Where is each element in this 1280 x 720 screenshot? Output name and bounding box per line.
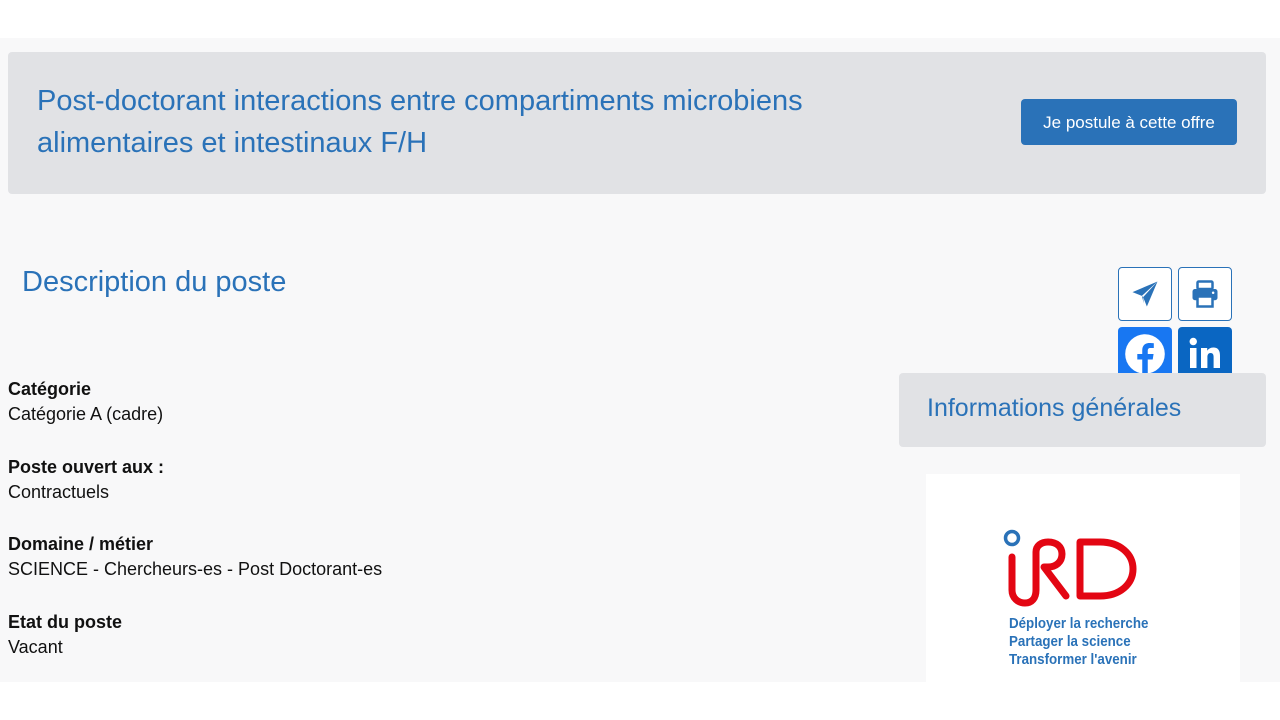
- tagline-line: Partager la science: [1009, 634, 1131, 650]
- field-label: Domaine / métier: [8, 534, 154, 554]
- field-value: Catégorie A (cadre): [8, 404, 164, 424]
- logo-tagline: Déployer la recherche Partager la scienc…: [1009, 615, 1161, 669]
- apply-button[interactable]: Je postule à cette offre: [1021, 99, 1237, 145]
- field-status: Etat du poste Vacant: [8, 610, 858, 683]
- field-label: Poste ouvert aux :: [8, 456, 165, 477]
- job-fields: Catégorie Catégorie A (cadre) Poste ouve…: [8, 377, 858, 682]
- linkedin-icon: [1189, 337, 1220, 368]
- tagline-line: Transformer l'avenir: [1009, 652, 1137, 668]
- ird-logo: Déployer la recherche Partager la scienc…: [926, 474, 1240, 682]
- job-header: Post-doctorant interactions entre compar…: [8, 52, 1266, 194]
- ird-logo-mark: [1003, 529, 1137, 607]
- general-info-title: Informations générales: [927, 394, 1182, 422]
- general-info-panel: Informations générales: [899, 373, 1266, 447]
- print-button[interactable]: [1178, 267, 1232, 321]
- facebook-icon: [1125, 334, 1165, 374]
- field-domain: Domaine / métier SCIENCE - Chercheurs-es…: [8, 532, 858, 610]
- field-value: Contractuels: [8, 481, 110, 502]
- tagline-line: Déployer la recherche: [1009, 616, 1149, 632]
- section-title: Description du poste: [22, 266, 287, 298]
- field-label: Etat du poste: [8, 611, 123, 632]
- field-value: SCIENCE - Chercheurs-es - Post Doctorant…: [8, 559, 383, 579]
- field-label: Catégorie: [8, 379, 92, 399]
- field-value: Vacant: [8, 636, 63, 657]
- printer-icon: [1192, 280, 1218, 308]
- paper-plane-icon: [1132, 281, 1158, 307]
- job-title: Post-doctorant interactions entre compar…: [37, 85, 803, 159]
- field-open-to: Poste ouvert aux : Contractuels: [8, 455, 858, 533]
- job-page: Post-doctorant interactions entre compar…: [0, 38, 1280, 682]
- field-category: Catégorie Catégorie A (cadre): [8, 377, 858, 455]
- send-email-button[interactable]: [1118, 267, 1172, 321]
- share-buttons: [1118, 267, 1234, 383]
